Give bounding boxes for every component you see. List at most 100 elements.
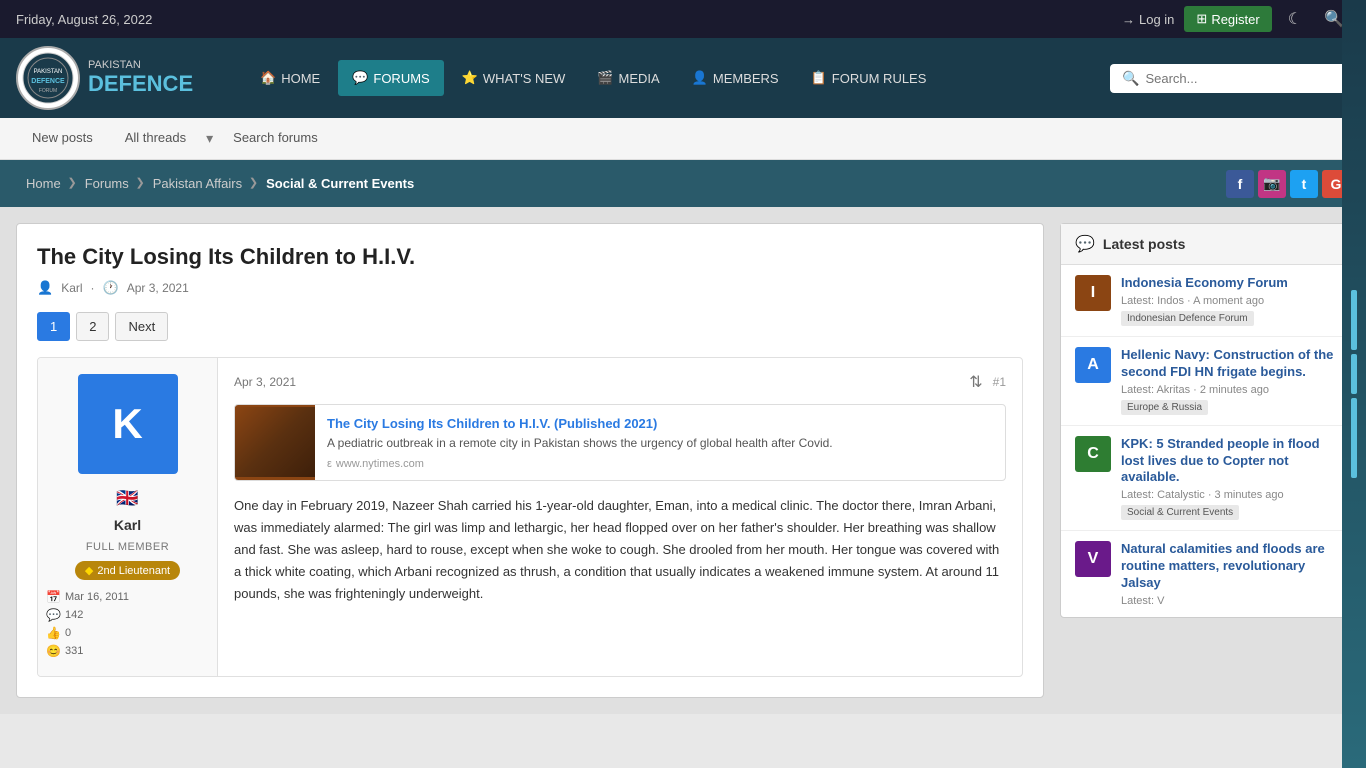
top-bar-right: → Log in ⊞ Register ☾ 🔍 (1122, 6, 1350, 32)
sidebar-item-tag-2: Social & Current Events (1121, 505, 1239, 520)
user-role: FULL MEMBER (86, 541, 169, 553)
post-header: Apr 3, 2021 ⇅ #1 (234, 372, 1006, 392)
sidebar-avatar-0: I (1075, 275, 1111, 311)
main-nav: 🏠 HOME 💬 FORUMS ⭐ WHAT'S NEW 🎬 MEDIA 👤 M… (246, 60, 1090, 96)
nav-forums[interactable]: 💬 FORUMS (338, 60, 444, 96)
breadcrumb: Home Forums Pakistan Affairs Social & Cu… (16, 160, 428, 207)
media-icon: 🎬 (597, 70, 613, 86)
logo-text: PAKISTAN DEFENCE (88, 59, 193, 97)
whats-new-icon: ⭐ (462, 70, 478, 86)
logo-circle: PAKISTAN DEFENCE FORUM (16, 46, 80, 110)
breadcrumb-home[interactable]: Home (16, 170, 75, 197)
sidebar-item-body-2: KPK: 5 Stranded people in flood lost liv… (1121, 436, 1335, 521)
sidebar-item-title-3[interactable]: Natural calamities and floods are routin… (1121, 541, 1335, 592)
instagram-icon[interactable]: 📷 (1258, 170, 1286, 198)
page-1-button[interactable]: 1 (37, 312, 70, 341)
thread-date: Apr 3, 2021 (127, 281, 189, 295)
sidebar-item-title-2[interactable]: KPK: 5 Stranded people in flood lost liv… (1121, 436, 1335, 487)
breadcrumb-social-current-events[interactable]: Social & Current Events (256, 170, 428, 197)
members-icon: 👤 (692, 70, 708, 86)
sidebar: 💬 Latest posts I Indonesia Economy Forum… (1060, 223, 1350, 698)
social-icons: f 📷 t G (1226, 170, 1350, 198)
link-preview-source: ε www.nytimes.com (327, 458, 993, 470)
post-container: K 🇬🇧 Karl FULL MEMBER 2nd Lieutenant 📅 M… (37, 357, 1023, 677)
sidebar-item-3: V Natural calamities and floods are rout… (1061, 531, 1349, 617)
breadcrumb-forums[interactable]: Forums (75, 170, 143, 197)
sidebar-item-title-1[interactable]: Hellenic Navy: Construction of the secon… (1121, 347, 1335, 381)
forum-rules-icon: 📋 (811, 70, 827, 86)
forums-icon: 💬 (352, 70, 368, 86)
user-flag: 🇬🇧 (116, 488, 138, 509)
sidebar-item-body-1: Hellenic Navy: Construction of the secon… (1121, 347, 1335, 415)
header: PAKISTAN DEFENCE FORUM PAKISTAN DEFENCE … (0, 38, 1366, 118)
login-button[interactable]: → Log in (1122, 12, 1174, 27)
reactions-stat: 😊 331 (46, 642, 209, 660)
sidebar-avatar-3: V (1075, 541, 1111, 577)
sub-nav: New posts All threads ▾ Search forums (0, 118, 1366, 160)
sidebar-header: 💬 Latest posts (1061, 224, 1349, 265)
edge-bar-2 (1351, 354, 1357, 394)
facebook-icon[interactable]: f (1226, 170, 1254, 198)
svg-text:FORUM: FORUM (39, 88, 57, 94)
sidebar-item-2: C KPK: 5 Stranded people in flood lost l… (1061, 426, 1349, 532)
thread-title: The City Losing Its Children to H.I.V. (37, 244, 1023, 270)
nav-members[interactable]: 👤 MEMBERS (678, 60, 793, 96)
post-actions: ⇅ #1 (969, 372, 1006, 392)
sidebar-item-meta-3: Latest: V (1121, 595, 1335, 607)
post-user-sidebar: K 🇬🇧 Karl FULL MEMBER 2nd Lieutenant 📅 M… (38, 358, 218, 676)
search-input[interactable] (1145, 71, 1338, 86)
register-button[interactable]: ⊞ Register (1184, 6, 1271, 32)
sidebar-avatar-2: C (1075, 436, 1111, 472)
search-icon: 🔍 (1122, 70, 1139, 87)
subnav-search-forums[interactable]: Search forums (217, 118, 334, 159)
username[interactable]: Karl (114, 517, 141, 533)
page-2-button[interactable]: 2 (76, 312, 109, 341)
nav-home[interactable]: 🏠 HOME (246, 60, 334, 96)
user-stats: 📅 Mar 16, 2011 💬 142 👍 0 😊 331 (46, 588, 209, 660)
main-layout: The City Losing Its Children to H.I.V. 👤… (0, 207, 1366, 714)
twitter-icon[interactable]: t (1290, 170, 1318, 198)
breadcrumb-bar: Home Forums Pakistan Affairs Social & Cu… (0, 160, 1366, 207)
sidebar-item-meta-0: Latest: Indos · A moment ago (1121, 295, 1335, 307)
sidebar-item-1: A Hellenic Navy: Construction of the sec… (1061, 337, 1349, 426)
message-icon: 💬 (46, 608, 61, 622)
sidebar-item-meta-2: Latest: Catalystic · 3 minutes ago (1121, 489, 1335, 501)
link-preview-body: The City Losing Its Children to H.I.V. (… (315, 405, 1005, 480)
post-number: #1 (993, 375, 1006, 389)
thread-author[interactable]: Karl (61, 281, 82, 295)
logo-area[interactable]: PAKISTAN DEFENCE FORUM PAKISTAN DEFENCE (16, 46, 226, 110)
source-icon: ε (327, 458, 332, 470)
date-label: Friday, August 26, 2022 (16, 12, 152, 27)
home-icon: 🏠 (260, 70, 276, 86)
link-preview-description: A pediatric outbreak in a remote city in… (327, 435, 993, 452)
breadcrumb-pakistan-affairs[interactable]: Pakistan Affairs (143, 170, 256, 197)
post-text: One day in February 2019, Nazeer Shah ca… (234, 495, 1006, 605)
subnav-all-threads[interactable]: All threads (109, 118, 202, 159)
link-preview: The City Losing Its Children to H.I.V. (… (234, 404, 1006, 481)
theme-toggle-button[interactable]: ☾ (1282, 7, 1308, 31)
next-page-button[interactable]: Next (115, 312, 168, 341)
link-preview-title[interactable]: The City Losing Its Children to H.I.V. (… (327, 416, 657, 431)
nav-whats-new[interactable]: ⭐ WHAT'S NEW (448, 60, 580, 96)
sidebar-item-meta-1: Latest: Akritas · 2 minutes ago (1121, 384, 1335, 396)
link-preview-image (235, 405, 315, 480)
subnav-dropdown-arrow[interactable]: ▾ (202, 122, 217, 155)
sidebar-item-tag-0: Indonesian Defence Forum (1121, 311, 1254, 326)
reaction-icon: 😊 (46, 644, 61, 658)
share-button[interactable]: ⇅ (969, 372, 982, 392)
joined-stat: 📅 Mar 16, 2011 (46, 588, 209, 606)
right-edge-decoration (1342, 0, 1366, 768)
nav-forum-rules[interactable]: 📋 FORUM RULES (797, 60, 941, 96)
nav-media[interactable]: 🎬 MEDIA (583, 60, 673, 96)
rank-badge: 2nd Lieutenant (75, 561, 180, 580)
author-icon: 👤 (37, 280, 53, 296)
thread-meta: 👤 Karl · 🕐 Apr 3, 2021 (37, 280, 1023, 296)
avatar: K (78, 374, 178, 474)
sidebar-avatar-1: A (1075, 347, 1111, 383)
likes-stat: 👍 0 (46, 624, 209, 642)
sidebar-item-title-0[interactable]: Indonesia Economy Forum (1121, 275, 1335, 292)
search-area[interactable]: 🔍 (1110, 64, 1350, 93)
svg-text:PAKISTAN: PAKISTAN (34, 69, 63, 75)
subnav-new-posts[interactable]: New posts (16, 118, 109, 159)
top-bar: Friday, August 26, 2022 → Log in ⊞ Regis… (0, 0, 1366, 38)
